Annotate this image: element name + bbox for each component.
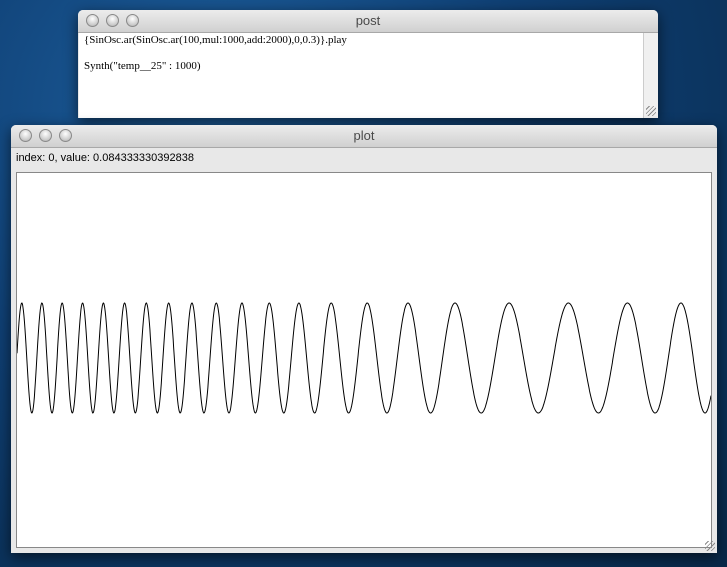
resize-grip-icon[interactable]	[646, 106, 656, 116]
post-line: {SinOsc.ar(SinOsc.ar(100,mul:1000,add:20…	[84, 34, 347, 46]
index-value-readout: index: 0, value: 0.084333330392838	[16, 152, 194, 164]
resize-grip-icon[interactable]	[705, 541, 715, 551]
post-line: Synth("temp__25" : 1000)	[84, 60, 201, 72]
post-text-area[interactable]: {SinOsc.ar(SinOsc.ar(100,mul:1000,add:20…	[79, 33, 644, 118]
plot-window: plot index: 0, value: 0.084333330392838	[11, 125, 717, 553]
post-window: post {SinOsc.ar(SinOsc.ar(100,mul:1000,a…	[78, 10, 658, 118]
plot-titlebar[interactable]: plot	[11, 125, 717, 148]
waveform-line	[16, 302, 712, 414]
waveform-svg	[16, 302, 712, 414]
post-title: post	[355, 13, 381, 28]
plot-title: plot	[353, 128, 375, 143]
plot-area[interactable]	[16, 172, 712, 548]
post-titlebar[interactable]: post	[78, 10, 658, 33]
post-line	[84, 47, 639, 60]
